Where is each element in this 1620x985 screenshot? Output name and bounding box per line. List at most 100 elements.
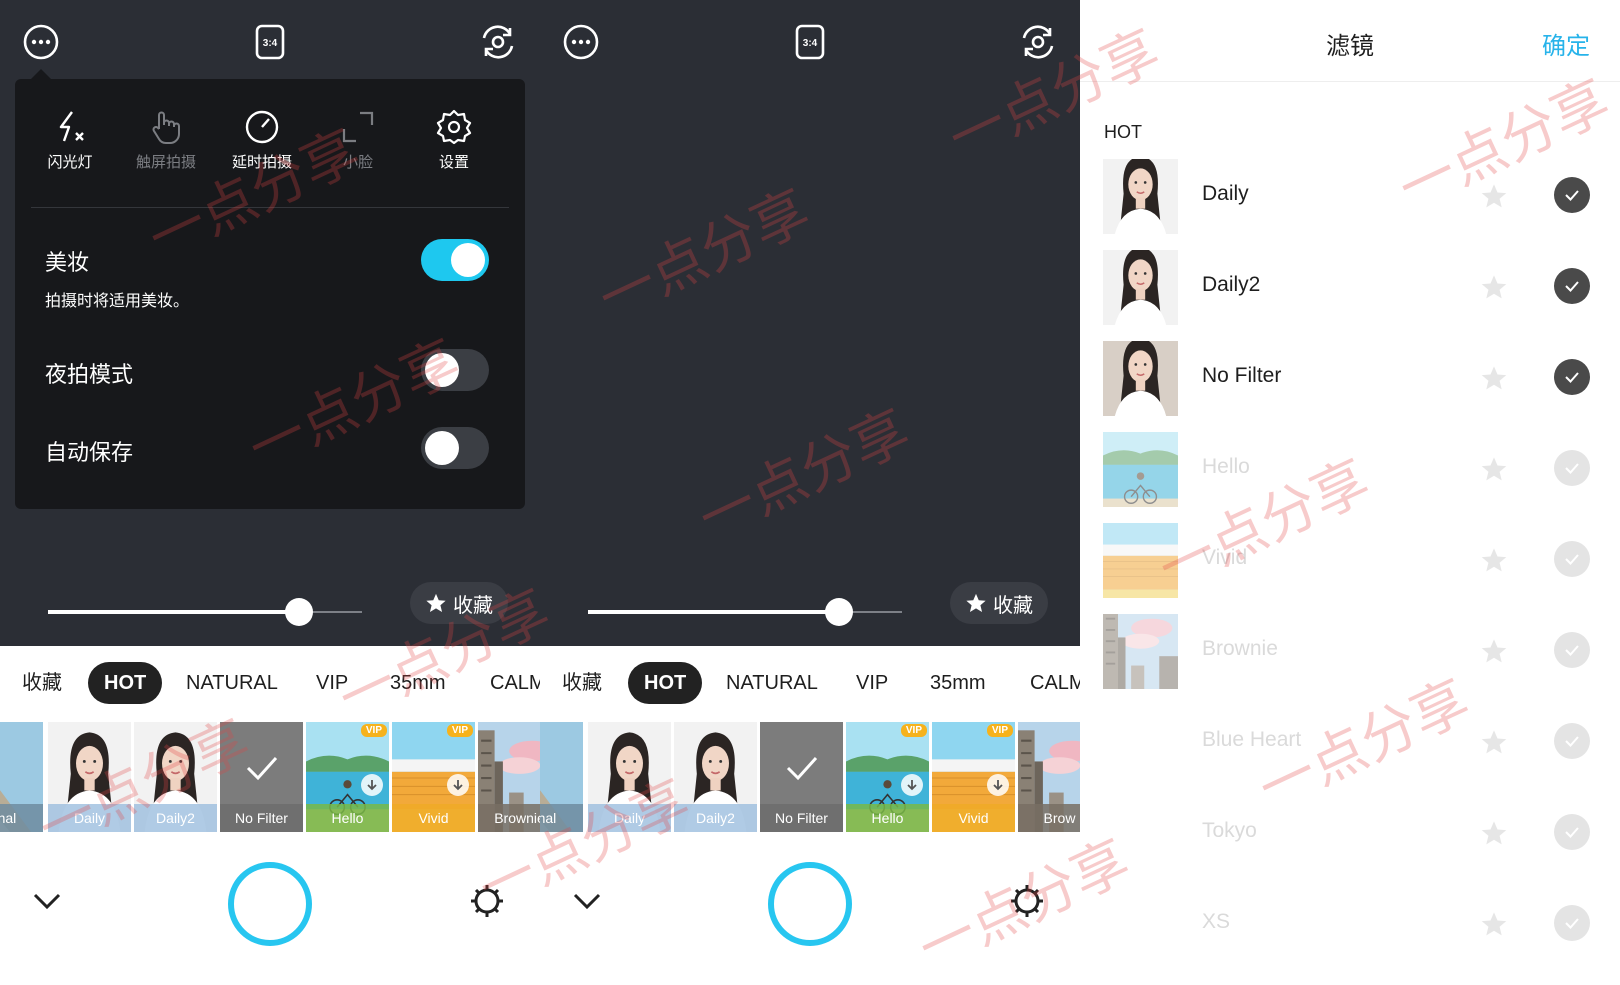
shutter-button[interactable]	[228, 862, 312, 946]
slider-thumb[interactable]	[285, 598, 314, 626]
settings-button[interactable]: 设置	[409, 109, 499, 189]
filter-thumb-hello[interactable]: VIP Hello	[306, 722, 389, 832]
filter-thumb-original[interactable]: ginal	[540, 722, 583, 832]
favorite-star-icon[interactable]	[1480, 819, 1508, 847]
filter-intensity-slider[interactable]	[48, 597, 362, 627]
filter-check-toggle[interactable]	[1554, 814, 1590, 850]
makeup-toggle[interactable]	[421, 239, 489, 281]
filter-thumb-no-filter[interactable]: No Filter	[760, 722, 843, 832]
filter-label: No Filter	[220, 804, 303, 832]
flash-off-icon	[59, 111, 84, 142]
filter-check-toggle[interactable]	[1554, 268, 1590, 304]
tab-35mm[interactable]: 35mm	[390, 662, 446, 704]
chevron-down-icon[interactable]	[570, 884, 604, 918]
favorite-star-icon[interactable]	[1480, 455, 1508, 483]
filter-thumb-vivid[interactable]: VIP Vivid	[932, 722, 1015, 832]
vip-badge: VIP	[986, 724, 1013, 737]
filter-thumb-hello[interactable]: VIP Hello	[846, 722, 929, 832]
filter-row-daily[interactable]: Daily	[1080, 150, 1620, 240]
filter-row-xs[interactable]: XS	[1080, 878, 1620, 960]
auto-save-toggle[interactable]	[421, 427, 489, 469]
shutter-button[interactable]	[768, 862, 852, 946]
confirm-button[interactable]: 确定	[1542, 26, 1590, 61]
favorite-button[interactable]: 收藏	[950, 582, 1048, 624]
flash-button[interactable]: 闪光灯	[25, 109, 115, 189]
tab-natural[interactable]: NATURAL	[186, 662, 278, 704]
filter-thumb-brownie[interactable]: Brow	[1018, 722, 1080, 832]
filter-row-blue-heart[interactable]: Blue Heart	[1080, 696, 1620, 786]
filter-thumb-daily2[interactable]: Daily2	[674, 722, 757, 832]
slider-thumb[interactable]	[825, 598, 854, 626]
small-face-button[interactable]: 小脸	[313, 109, 403, 189]
filter-thumb-no-filter[interactable]: No Filter	[220, 722, 303, 832]
download-icon[interactable]	[361, 774, 383, 796]
aspect-ratio-button[interactable]: 3:4	[788, 20, 832, 64]
favorite-button[interactable]: 收藏	[410, 582, 508, 624]
filter-row-tokyo[interactable]: Tokyo	[1080, 787, 1620, 877]
check-icon	[1565, 463, 1579, 474]
filter-check-toggle[interactable]	[1554, 359, 1590, 395]
filter-intensity-slider[interactable]	[588, 597, 902, 627]
chevron-down-icon[interactable]	[30, 884, 64, 918]
filter-row-no-filter[interactable]: No Filter	[1080, 332, 1620, 422]
filter-thumb-daily2[interactable]: Daily2	[134, 722, 217, 832]
filter-row-vivid[interactable]: Vivid	[1080, 514, 1620, 604]
filter-check-toggle[interactable]	[1554, 450, 1590, 486]
tab-natural[interactable]: NATURAL	[726, 662, 818, 704]
beauty-settings-icon[interactable]	[468, 882, 506, 920]
auto-save-setting: 自动保存	[45, 427, 489, 479]
filter-thumb-daily[interactable]: Daily	[588, 722, 671, 832]
filter-thumb-daily[interactable]: Daily	[48, 722, 131, 832]
tab-hot[interactable]: HOT	[628, 662, 703, 704]
page-title: 滤镜	[1326, 33, 1374, 60]
star-icon	[426, 593, 446, 612]
touch-shoot-button[interactable]: 触屏拍摄	[121, 109, 211, 189]
download-icon[interactable]	[447, 774, 469, 796]
tab-vip[interactable]: VIP	[316, 662, 348, 704]
camera-flip-icon[interactable]	[476, 20, 520, 64]
favorite-star-icon[interactable]	[1480, 182, 1508, 210]
filter-row-hello[interactable]: Hello	[1080, 423, 1620, 513]
camera-viewfinder[interactable]: 3:4 闪光灯 触屏拍摄 延时拍摄 小脸 设置 美妆 拍摄时将适用美妆。 夜拍模…	[0, 0, 540, 646]
filter-strip: ginalDailyDaily2No Filter VIP Hello VIP Vivi…	[540, 722, 1080, 832]
more-dots-icon[interactable]	[559, 20, 603, 64]
filter-label: ginal	[540, 804, 583, 832]
tab-hot[interactable]: HOT	[88, 662, 163, 704]
tab-favorites[interactable]: 收藏	[22, 662, 62, 704]
filter-label: Daily	[48, 804, 131, 832]
favorite-star-icon[interactable]	[1480, 364, 1508, 392]
night-mode-toggle[interactable]	[421, 349, 489, 391]
tab-calm[interactable]: CALM	[490, 662, 540, 704]
filter-check-toggle[interactable]	[1554, 177, 1590, 213]
filter-check-toggle[interactable]	[1554, 541, 1590, 577]
tab-favorites[interactable]: 收藏	[562, 662, 602, 704]
tab-vip[interactable]: VIP	[856, 662, 888, 704]
filter-row-daily2[interactable]: Daily2	[1080, 241, 1620, 331]
filter-name: Vivid	[1202, 546, 1248, 569]
aspect-ratio-button[interactable]: 3:4	[248, 20, 292, 64]
filter-thumb-vivid[interactable]: VIP Vivid	[392, 722, 475, 832]
favorite-star-icon[interactable]	[1480, 637, 1508, 665]
filter-row-brownie[interactable]: Brownie	[1080, 605, 1620, 695]
tab-35mm[interactable]: 35mm	[930, 662, 986, 704]
filter-check-toggle[interactable]	[1554, 632, 1590, 668]
favorite-star-icon[interactable]	[1480, 910, 1508, 938]
filter-label: Brow	[1018, 804, 1080, 832]
filter-thumb-brownie[interactable]: Brownie	[478, 722, 540, 832]
camera-flip-icon[interactable]	[1016, 20, 1060, 64]
check-icon	[1565, 827, 1579, 838]
filter-thumb-original[interactable]: ginal	[0, 722, 43, 832]
filter-check-toggle[interactable]	[1554, 723, 1590, 759]
favorite-star-icon[interactable]	[1480, 728, 1508, 756]
more-dots-icon[interactable]	[19, 20, 63, 64]
download-icon[interactable]	[987, 774, 1009, 796]
favorite-star-icon[interactable]	[1480, 546, 1508, 574]
filter-check-toggle[interactable]	[1554, 905, 1590, 941]
flash-label: 闪光灯	[47, 154, 93, 171]
timer-button[interactable]: 延时拍摄	[217, 109, 307, 189]
favorite-star-icon[interactable]	[1480, 273, 1508, 301]
download-icon[interactable]	[901, 774, 923, 796]
camera-viewfinder[interactable]: 3:4 收藏	[540, 0, 1080, 646]
beauty-settings-icon[interactable]	[1008, 882, 1046, 920]
tab-calm[interactable]: CALM	[1030, 662, 1080, 704]
